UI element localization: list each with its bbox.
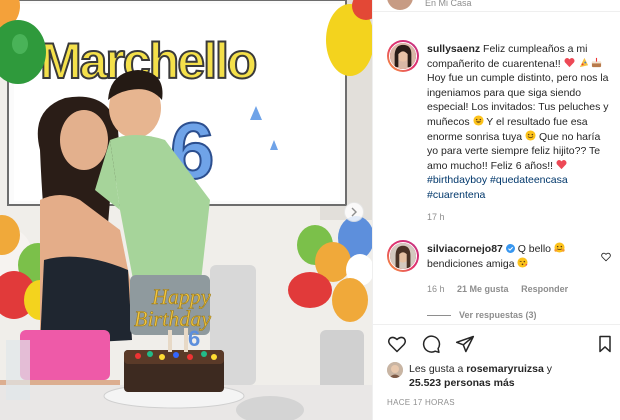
post-timestamp[interactable]: HACE 17 HORAS	[387, 398, 455, 407]
user-avatar-image	[390, 243, 416, 269]
comment-meta: 16 h 21 Me gusta Responder	[427, 284, 578, 294]
photo-illustration: Marchello 6 Happy Birthday 6	[0, 0, 372, 420]
liker-username[interactable]: rosemaryruizsa	[466, 363, 544, 375]
caption-avatar[interactable]	[387, 40, 419, 72]
reply-button[interactable]: Responder	[521, 284, 568, 294]
comment-text-2: bendiciones amiga	[427, 257, 515, 270]
like-comment-heart-icon[interactable]	[601, 252, 611, 262]
cake-icon	[592, 57, 602, 67]
liker-avatar[interactable]	[387, 362, 403, 378]
carousel-next-button[interactable]	[344, 202, 364, 222]
likes-connector: y	[546, 363, 553, 375]
user-avatar-image	[387, 362, 403, 378]
post-header: En Mi Casa	[373, 0, 620, 12]
face-blowing-kiss-icon	[517, 257, 529, 268]
topper-number: 6	[188, 326, 200, 351]
header-avatar[interactable]	[387, 0, 413, 10]
comment-button[interactable]	[421, 334, 441, 354]
comment-username[interactable]: silviacornejo87	[427, 243, 503, 255]
bookmark-icon	[599, 335, 611, 353]
comment-likes-count[interactable]: 21 Me gusta	[457, 284, 509, 294]
post-sidebar: En Mi Casa sullysaenz Feliz cumpleaños a…	[372, 0, 620, 420]
red-heart-icon	[564, 57, 575, 67]
comment-avatar[interactable]	[387, 240, 419, 272]
like-button[interactable]	[387, 334, 407, 354]
view-replies-button[interactable]: Ver respuestas (3)	[427, 310, 537, 320]
section-divider	[373, 324, 620, 325]
party-hat-icon	[579, 57, 588, 67]
user-avatar-image	[390, 43, 416, 69]
comment-text-1: Q bello	[517, 243, 551, 255]
caption-timestamp: 17 h	[427, 212, 445, 222]
likes-prefix: Les gusta a	[409, 363, 464, 375]
chevron-right-icon	[351, 207, 357, 217]
red-heart-icon	[556, 159, 567, 169]
hashtag-link[interactable]: #quedateencasa	[490, 174, 568, 186]
post-location[interactable]: En Mi Casa	[425, 0, 472, 8]
likes-count[interactable]: 25.523 personas más	[409, 377, 515, 389]
save-button[interactable]	[595, 334, 615, 354]
replies-line	[427, 314, 451, 316]
verified-badge-icon	[505, 244, 515, 253]
post-photo: Marchello 6 Happy Birthday 6	[0, 0, 372, 420]
grinning-face-icon	[472, 115, 484, 126]
comment-timestamp: 16 h	[427, 284, 445, 294]
hashtag-link[interactable]: #birthdayboy	[427, 174, 487, 186]
paper-plane-icon	[455, 335, 475, 353]
comment-bubble-icon	[422, 335, 441, 354]
hugging-face-icon	[554, 242, 565, 253]
share-button[interactable]	[455, 334, 475, 354]
view-replies-label: Ver respuestas (3)	[459, 310, 537, 320]
comment-body: silviacornejo87 Q bello bendiciones amig…	[427, 242, 587, 271]
likes-text: Les gusta a rosemaryruizsa y 25.523 pers…	[409, 362, 609, 390]
post-caption: sullysaenz Feliz cumpleaños a mi compañe…	[427, 42, 613, 203]
smiling-face-icon	[525, 130, 536, 141]
hashtag-link[interactable]: #cuarentena	[427, 189, 485, 201]
caption-username[interactable]: sullysaenz	[427, 43, 480, 55]
heart-icon	[387, 336, 407, 353]
